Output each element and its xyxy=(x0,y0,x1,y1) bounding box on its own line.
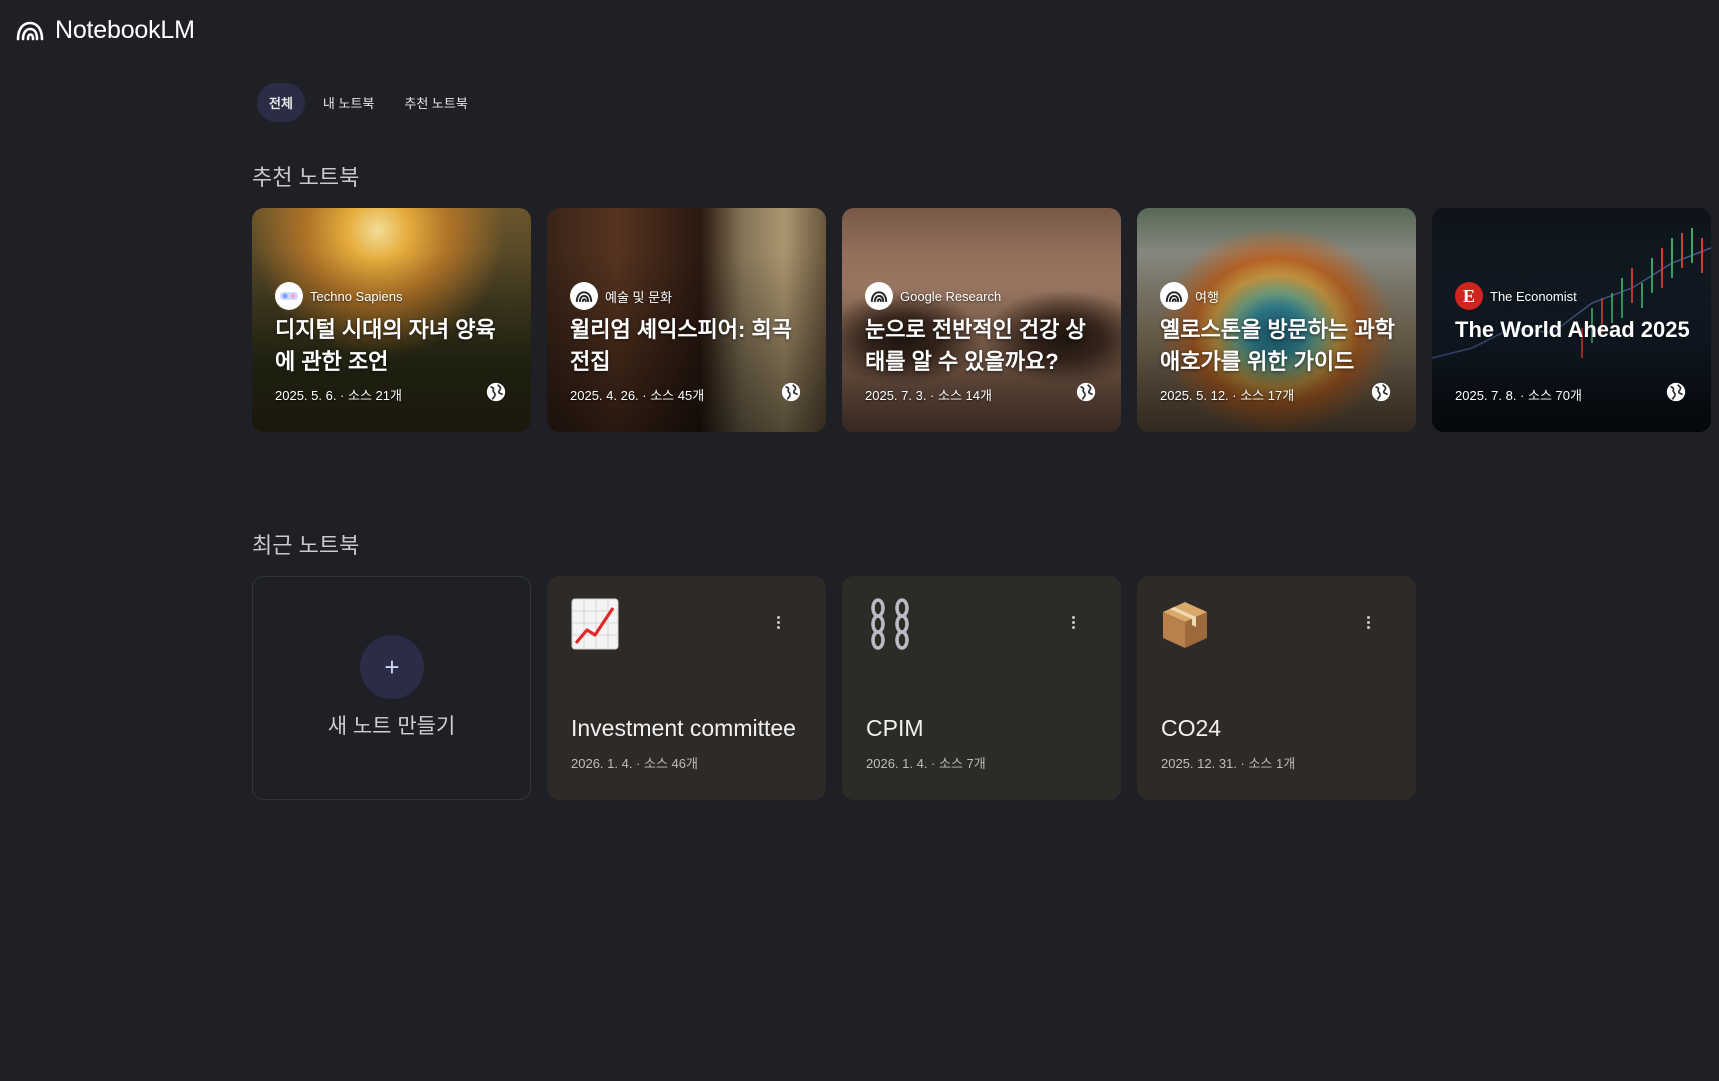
tab-all[interactable]: 전체 xyxy=(257,83,305,122)
featured-section-title: 추천 노트북 xyxy=(252,165,360,190)
notebook-card-co24[interactable]: CO24 2025. 12. 31. · 소스 1개 xyxy=(1137,576,1416,800)
card-title: 디지털 시대의 자녀 양육에 관한 조언 xyxy=(275,317,496,374)
featured-notebooks-row: Techno Sapiens 디지털 시대의 자녀 양육에 관한 조언 2025… xyxy=(252,208,1711,432)
create-notebook-card[interactable]: + 새 노트 만들기 xyxy=(252,576,531,800)
globe-icon xyxy=(486,382,506,402)
more-options-icon[interactable] xyxy=(1358,612,1378,632)
notebooklm-logo-icon[interactable] xyxy=(15,18,45,42)
notebook-meta: 2026. 1. 4. · 소스 46개 xyxy=(571,756,698,771)
more-options-icon[interactable] xyxy=(768,612,788,632)
notebook-meta: 2025. 12. 31. · 소스 1개 xyxy=(1161,756,1296,771)
notebook-title: CPIM xyxy=(866,715,924,741)
notebook-title: Investment committee xyxy=(571,715,796,741)
card-source: Techno Sapiens xyxy=(310,288,403,304)
economist-icon: E xyxy=(1455,282,1483,310)
card-source: 여행 xyxy=(1195,289,1219,305)
notebook-card-cpim[interactable]: CPIM 2026. 1. 4. · 소스 7개 xyxy=(842,576,1121,800)
card-title: 눈으로 전반적인 건강 상태를 알 수 있을까요? xyxy=(865,317,1086,374)
featured-card-yellowstone[interactable]: 여행 옐로스톤을 방문하는 과학 애호가를 위한 가이드 2025. 5. 12… xyxy=(1137,208,1416,432)
notebook-card-investment-committee[interactable]: Investment committee 2026. 1. 4. · 소스 46… xyxy=(547,576,826,800)
tab-featured-notebooks[interactable]: 추천 노트북 xyxy=(392,83,479,122)
card-meta: 2025. 5. 6. · 소스 21개 xyxy=(275,388,402,403)
more-options-icon[interactable] xyxy=(1063,612,1083,632)
card-source: Google Research xyxy=(900,288,1002,304)
recent-section-title: 최근 노트북 xyxy=(252,533,360,558)
notebooklm-icon xyxy=(865,282,893,310)
plus-icon[interactable]: + xyxy=(360,635,424,699)
card-meta: 2025. 7. 8. · 소스 70개 xyxy=(1455,388,1582,403)
app-header: NotebookLM xyxy=(15,14,195,46)
globe-icon xyxy=(1371,382,1391,402)
notebook-meta: 2026. 1. 4. · 소스 7개 xyxy=(866,756,986,771)
tab-my-notebooks[interactable]: 내 노트북 xyxy=(311,83,386,122)
notebooklm-icon xyxy=(1160,282,1188,310)
create-notebook-label: 새 노트 만들기 xyxy=(327,715,456,738)
featured-card-google-research[interactable]: Google Research 눈으로 전반적인 건강 상태를 알 수 있을까요… xyxy=(842,208,1121,432)
techno-sapiens-icon xyxy=(275,282,303,310)
globe-icon xyxy=(1666,382,1686,402)
card-meta: 2025. 7. 3. · 소스 14개 xyxy=(865,388,992,403)
featured-card-economist[interactable]: E The Economist The World Ahead 2025 202… xyxy=(1432,208,1711,432)
package-icon xyxy=(1163,602,1207,648)
notebooklm-icon xyxy=(570,282,598,310)
card-meta: 2025. 4. 26. · 소스 45개 xyxy=(570,388,705,403)
card-title: 옐로스톤을 방문하는 과학 애호가를 위한 가이드 xyxy=(1160,317,1395,374)
card-meta: 2025. 5. 12. · 소스 17개 xyxy=(1160,388,1295,403)
notebook-title: CO24 xyxy=(1161,715,1222,741)
card-title: 윌리엄 셰익스피어: 희곡 전집 xyxy=(570,317,792,374)
globe-icon xyxy=(1076,382,1096,402)
card-source: 예술 및 문화 xyxy=(605,289,673,305)
filter-tabs: 전체 내 노트북 추천 노트북 xyxy=(257,83,480,122)
chains-icon xyxy=(871,598,909,650)
chart-increasing-icon xyxy=(571,598,619,650)
card-source: The Economist xyxy=(1490,288,1577,304)
globe-icon xyxy=(781,382,801,402)
featured-card-techno-sapiens[interactable]: Techno Sapiens 디지털 시대의 자녀 양육에 관한 조언 2025… xyxy=(252,208,531,432)
card-title: The World Ahead 2025 xyxy=(1455,317,1690,342)
recent-notebooks-row: + 새 노트 만들기 Investment committee 2026. 1.… xyxy=(252,576,1416,800)
app-name[interactable]: NotebookLM xyxy=(55,16,195,45)
featured-card-shakespeare[interactable]: 예술 및 문화 윌리엄 셰익스피어: 희곡 전집 2025. 4. 26. · … xyxy=(547,208,826,432)
